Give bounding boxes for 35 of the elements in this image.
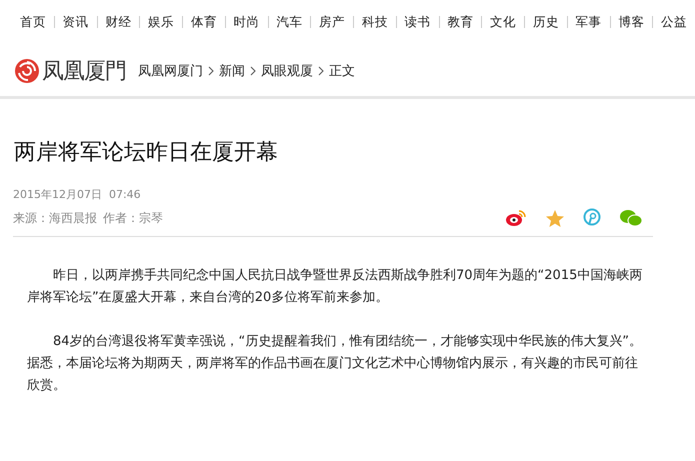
weibo-share-icon[interactable] — [505, 209, 527, 227]
pin-share-icon[interactable] — [583, 208, 601, 228]
breadcrumb-link[interactable]: 正文 — [329, 62, 355, 80]
phoenix-logo-icon — [14, 58, 40, 84]
chevron-icon — [318, 66, 324, 76]
chevron-icon — [250, 66, 256, 76]
nav-link[interactable]: 娱乐 — [140, 14, 182, 30]
nav-link[interactable]: 汽车 — [268, 14, 310, 30]
nav-link[interactable]: 历史 — [524, 14, 567, 30]
star-share-icon[interactable] — [545, 208, 565, 228]
nav-link[interactable]: 首页 — [12, 14, 54, 30]
nav-link[interactable]: 时尚 — [226, 14, 268, 30]
nav-link[interactable]: 教育 — [439, 14, 482, 30]
breadcrumb-link[interactable]: 凤眼观厦 — [261, 62, 313, 80]
article-paragraph: 84岁的台湾退役将军黄幸强说，“历史提醒着我们，惟有团结统一，才能够实现中华民族的伟大复兴”。据悉，本届论坛将为期两天，两岸将军的作品书画在厦门文化艺术中心博物馆内展示，有兴趣的市民可前往欣赏。 — [27, 333, 643, 395]
nav-link[interactable]: 公益 — [653, 14, 695, 30]
breadcrumb-link[interactable]: 新闻 — [219, 62, 245, 80]
breadcrumb-link[interactable]: 凤凰网厦门 — [138, 62, 203, 80]
publish-date: 2015年12月07日 07:46 — [13, 187, 142, 202]
logo-text: 凤凰厦門 — [42, 58, 126, 86]
nav-link[interactable]: 体育 — [182, 14, 225, 30]
nav-link[interactable]: 博客 — [610, 14, 652, 30]
article-source: 来源：海西晨报 — [13, 210, 97, 226]
nav-link[interactable]: 军事 — [568, 14, 610, 30]
article-author: 作者：宗琴 — [103, 210, 163, 226]
chevron-icon — [208, 66, 214, 76]
nav-link[interactable]: 财经 — [97, 14, 140, 30]
nav-link[interactable]: 文化 — [482, 14, 524, 30]
article-title: 两岸将军论坛昨日在厦开幕 — [14, 139, 279, 167]
nav-link[interactable]: 房产 — [311, 14, 354, 30]
nav-link[interactable]: 资讯 — [54, 14, 97, 30]
nav-link[interactable]: 科技 — [354, 14, 396, 30]
nav-link[interactable]: 读书 — [396, 14, 439, 30]
chat-share-icon[interactable] — [619, 209, 643, 227]
article-paragraph: 昨日，以两岸携手共同纪念中国人民抗日战争暨世界反法西斯战争胜利70周年为题的“2015中国海峡两岸将军论坛”在厦盛大开幕，来自台湾的20多位将军前来参加。 — [27, 267, 643, 307]
